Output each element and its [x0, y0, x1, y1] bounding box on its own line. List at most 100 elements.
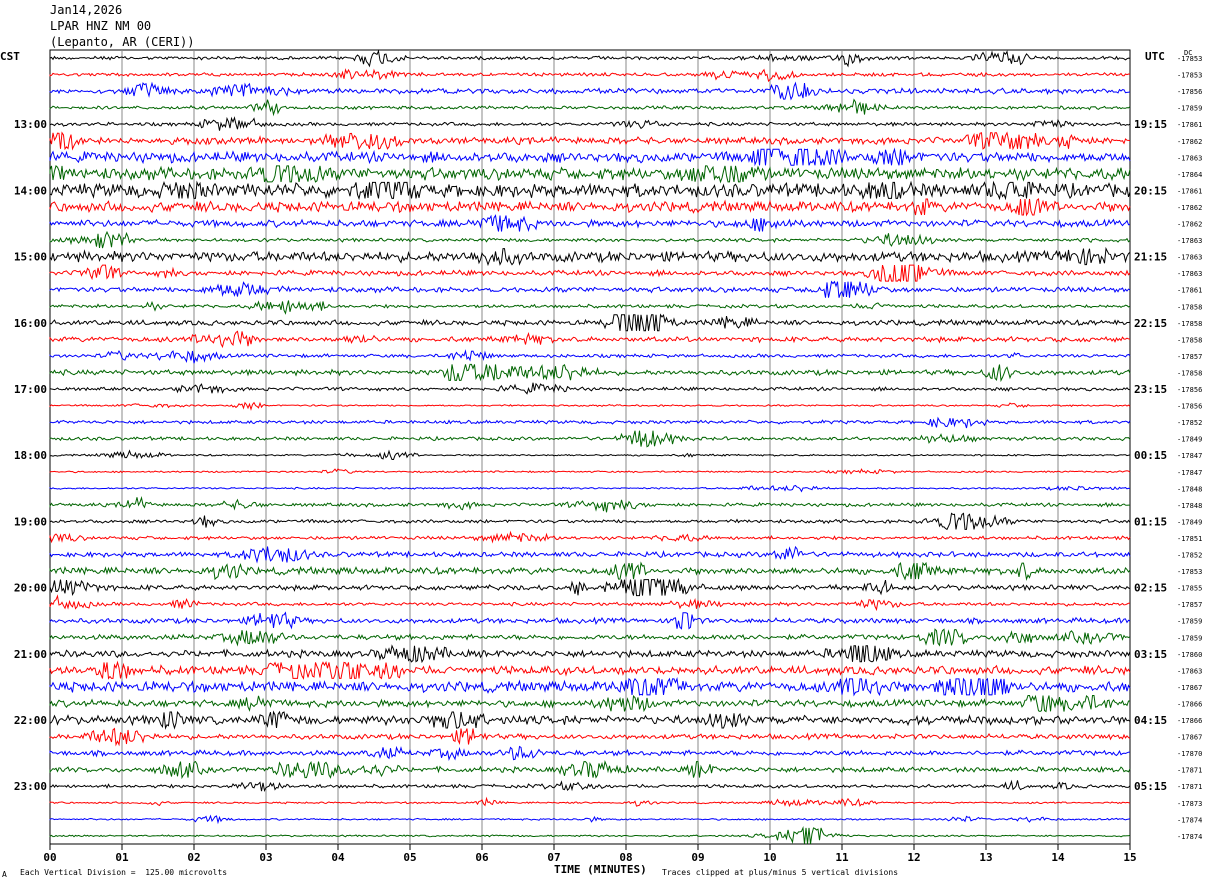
- seismic-trace: [49, 363, 1131, 383]
- right-hour-label: 04:15: [1134, 714, 1167, 727]
- seismic-trace: [49, 264, 1131, 283]
- seismic-trace: [49, 230, 1131, 249]
- seismic-trace: [49, 246, 1131, 267]
- seismic-trace: [49, 825, 1131, 844]
- seismic-trace: [49, 214, 1131, 232]
- seismic-trace: [49, 611, 1131, 630]
- dc-offset-label: -17866: [1177, 717, 1202, 725]
- dc-offset-label: -17851: [1177, 535, 1202, 543]
- dc-offset-label: -17860: [1177, 651, 1202, 659]
- dc-offset-label: -17855: [1177, 585, 1202, 593]
- left-hour-label: 14:00: [14, 184, 47, 197]
- seismic-trace: [49, 512, 1131, 531]
- seismic-trace: [49, 484, 1131, 493]
- dc-offset-label: -17863: [1177, 667, 1202, 675]
- x-axis-title: TIME (MINUTES): [554, 863, 647, 876]
- dc-offset-label: -17863: [1177, 237, 1202, 245]
- dc-offset-label: -17861: [1177, 287, 1202, 295]
- x-tick-label: 14: [1051, 851, 1065, 864]
- seismic-trace: [49, 313, 1131, 332]
- seismic-trace: [49, 180, 1131, 201]
- dc-offset-label: -17856: [1177, 386, 1202, 394]
- x-tick-label: 01: [115, 851, 129, 864]
- seismic-trace: [49, 430, 1131, 448]
- right-hour-label: 01:15: [1134, 515, 1167, 528]
- seismic-trace: [49, 147, 1131, 167]
- x-tick-label: 02: [187, 851, 200, 864]
- dc-offset-label: -17859: [1177, 634, 1202, 642]
- seismic-trace: [49, 116, 1131, 131]
- seismic-trace: [49, 561, 1131, 582]
- seismic-trace: [49, 779, 1131, 792]
- dc-offset-label: -17862: [1177, 138, 1202, 146]
- left-hour-label: 19:00: [14, 515, 47, 528]
- seismic-trace: [49, 198, 1131, 217]
- dc-offset-label: -17847: [1177, 452, 1202, 460]
- dc-offset-label: -17861: [1177, 121, 1202, 129]
- right-hour-label: 05:15: [1134, 780, 1167, 793]
- seismic-trace: [49, 796, 1131, 808]
- dc-offset-label: -17871: [1177, 767, 1202, 775]
- left-hour-label: 18:00: [14, 449, 47, 462]
- dc-offset-label: -17859: [1177, 105, 1202, 113]
- clip-note: Traces clipped at plus/minus 5 vertical …: [662, 868, 899, 877]
- dc-offset-label: -17866: [1177, 700, 1202, 708]
- dc-offset-label: -17857: [1177, 601, 1202, 609]
- dc-offset-label: -17858: [1177, 303, 1202, 311]
- x-tick-label: 06: [475, 851, 489, 864]
- dc-offset-label: -17867: [1177, 684, 1202, 692]
- right-hour-label: 21:15: [1134, 251, 1167, 264]
- seismic-trace: [49, 577, 1131, 597]
- dc-offset-label: -17873: [1177, 800, 1202, 808]
- dc-offset-label: -17856: [1177, 403, 1202, 411]
- x-tick-label: 00: [43, 851, 56, 864]
- left-hour-label: 15:00: [14, 251, 47, 264]
- seismic-trace: [49, 131, 1131, 151]
- x-tick-label: 09: [691, 851, 704, 864]
- seismic-trace: [49, 330, 1131, 349]
- seismic-trace: [49, 165, 1131, 184]
- x-tick-label: 04: [331, 851, 345, 864]
- dc-offset-label: -17863: [1177, 154, 1202, 162]
- seismic-trace: [49, 545, 1131, 564]
- x-tick-label: 03: [259, 851, 272, 864]
- dc-offset-label: -17870: [1177, 750, 1202, 758]
- seismic-trace: [49, 68, 1131, 83]
- right-hour-label: 00:15: [1134, 449, 1167, 462]
- dc-offset-label: -17867: [1177, 734, 1202, 742]
- dc-offset-label: -17849: [1177, 518, 1202, 526]
- seismic-trace: [49, 416, 1131, 429]
- dc-offset-label: -17871: [1177, 783, 1202, 791]
- dc-offset-label: -17863: [1177, 270, 1202, 278]
- left-hour-label: 13:00: [14, 118, 47, 131]
- dc-offset-label: -17856: [1177, 88, 1202, 96]
- seismic-trace: [49, 468, 1131, 475]
- seismic-trace: [49, 98, 1131, 117]
- seismic-trace: [49, 300, 1131, 315]
- x-tick-label: 11: [835, 851, 849, 864]
- dc-offset-label: -17852: [1177, 419, 1202, 427]
- dc-offset-label: -17862: [1177, 221, 1202, 229]
- left-hour-label: 16:00: [14, 317, 47, 330]
- dc-offset-label: -17853: [1177, 72, 1202, 80]
- seismic-trace: [49, 382, 1131, 395]
- dc-offset-label: -17874: [1177, 833, 1202, 841]
- dc-offset-label: -17861: [1177, 187, 1202, 195]
- dc-offset-label: -17864: [1177, 171, 1202, 179]
- seismic-trace: [49, 81, 1131, 101]
- seismic-trace: [49, 594, 1131, 612]
- dc-offset-label: -17858: [1177, 336, 1202, 344]
- left-hour-label: 21:00: [14, 648, 47, 661]
- left-hour-label: 20:00: [14, 582, 47, 595]
- seismic-trace: [49, 710, 1131, 730]
- dc-offset-label: -17857: [1177, 353, 1202, 361]
- right-hour-label: 19:15: [1134, 118, 1167, 131]
- dc-offset-label: -17849: [1177, 436, 1202, 444]
- left-hour-label: 17:00: [14, 383, 47, 396]
- seismic-trace: [49, 745, 1131, 761]
- dc-offset-label: -17862: [1177, 204, 1202, 212]
- seismic-trace: [49, 349, 1131, 364]
- dc-offset-label: -17852: [1177, 552, 1202, 560]
- right-hour-label: 23:15: [1134, 383, 1167, 396]
- dc-offset-label: -17874: [1177, 816, 1202, 824]
